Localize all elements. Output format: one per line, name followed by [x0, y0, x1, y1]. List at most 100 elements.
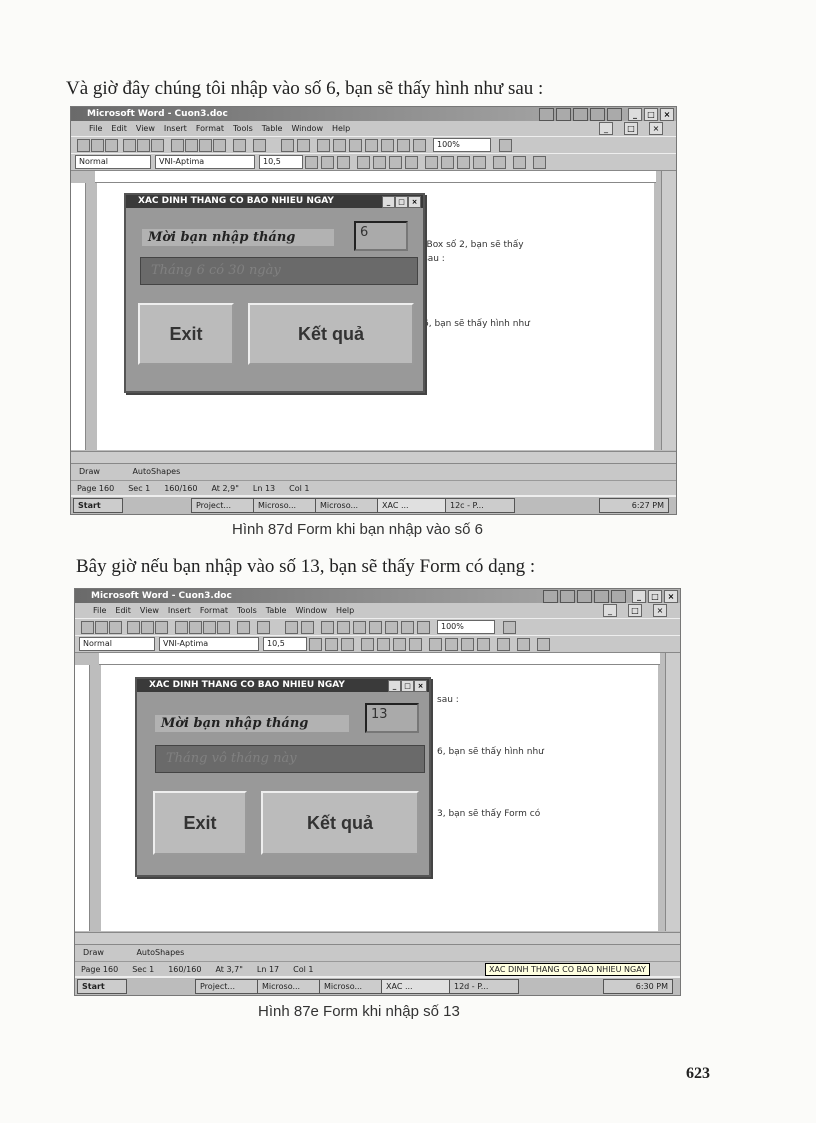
taskbar-button[interactable]: Project... — [195, 979, 261, 994]
paste-icon[interactable] — [199, 139, 212, 152]
align-right-icon[interactable] — [389, 156, 402, 169]
result-button[interactable]: Kết quả — [248, 303, 414, 365]
help-icon[interactable] — [543, 590, 558, 603]
open-icon[interactable] — [95, 621, 108, 634]
menu-format[interactable]: Format — [200, 606, 228, 615]
form-maximize-button[interactable]: □ — [401, 680, 414, 692]
web-icon[interactable] — [590, 108, 605, 121]
preview-icon[interactable] — [137, 139, 150, 152]
menu-tools[interactable]: Tools — [233, 124, 253, 133]
vertical-scrollbar[interactable] — [665, 653, 680, 931]
justify-icon[interactable] — [409, 638, 422, 651]
maximize-button[interactable]: □ — [644, 108, 658, 121]
result-button[interactable]: Kết quả — [261, 791, 419, 855]
insert-table-icon[interactable] — [333, 139, 346, 152]
start-button[interactable]: Start — [77, 979, 127, 994]
minimize-button[interactable]: _ — [628, 108, 642, 121]
help-icon[interactable] — [503, 621, 516, 634]
print-icon[interactable] — [127, 621, 140, 634]
taskbar-button[interactable]: Microso... — [319, 979, 385, 994]
bullets-icon[interactable] — [441, 156, 454, 169]
menu-table[interactable]: Table — [266, 606, 287, 615]
paste-icon[interactable] — [203, 621, 216, 634]
outdent-icon[interactable] — [461, 638, 474, 651]
menu-help[interactable]: Help — [336, 606, 354, 615]
font-color-icon[interactable] — [537, 638, 550, 651]
font-select[interactable]: VNI-Aptima — [155, 155, 255, 169]
menu-insert[interactable]: Insert — [168, 606, 191, 615]
zoom-select[interactable]: 100% — [437, 620, 495, 634]
menu-edit[interactable]: Edit — [115, 606, 131, 615]
doc-restore-button[interactable]: □ — [624, 122, 638, 135]
font-select[interactable]: VNI-Aptima — [159, 637, 259, 651]
start-button[interactable]: Start — [73, 498, 123, 513]
month-input[interactable]: 13 — [365, 703, 419, 733]
underline-icon[interactable] — [337, 156, 350, 169]
preview-icon[interactable] — [141, 621, 154, 634]
minimize-button[interactable]: _ — [632, 590, 646, 603]
tools-icon[interactable] — [556, 108, 571, 121]
copy-icon[interactable] — [189, 621, 202, 634]
doc-map-icon[interactable] — [401, 621, 414, 634]
menu-help[interactable]: Help — [332, 124, 350, 133]
hyperlink-icon[interactable] — [281, 139, 294, 152]
taskbar-button[interactable]: 12c - P... — [445, 498, 515, 513]
maximize-button[interactable]: □ — [648, 590, 662, 603]
doc-minimize-button[interactable]: _ — [599, 122, 613, 135]
tables-icon[interactable] — [317, 139, 330, 152]
tables-icon[interactable] — [321, 621, 334, 634]
numbering-icon[interactable] — [425, 156, 438, 169]
taskbar-button[interactable]: Microso... — [315, 498, 381, 513]
show-hide-icon[interactable] — [413, 139, 426, 152]
align-left-icon[interactable] — [357, 156, 370, 169]
chart-icon[interactable] — [577, 590, 592, 603]
undo-icon[interactable] — [237, 621, 250, 634]
align-center-icon[interactable] — [377, 638, 390, 651]
form-close-button[interactable]: × — [408, 196, 421, 208]
autoshapes-menu[interactable]: AutoShapes — [136, 948, 184, 957]
chart-icon[interactable] — [573, 108, 588, 121]
menu-format[interactable]: Format — [196, 124, 224, 133]
save-icon[interactable] — [105, 139, 118, 152]
taskbar-button-active[interactable]: XAC ... — [381, 979, 451, 994]
excel-icon[interactable] — [353, 621, 366, 634]
undo-icon[interactable] — [233, 139, 246, 152]
taskbar-button[interactable]: Microso... — [257, 979, 323, 994]
help-icon[interactable] — [539, 108, 554, 121]
draw-menu[interactable]: Draw — [83, 948, 104, 957]
taskbar-button[interactable]: Microso... — [253, 498, 319, 513]
copy-icon[interactable] — [185, 139, 198, 152]
border-icon[interactable] — [493, 156, 506, 169]
format-painter-icon[interactable] — [217, 621, 230, 634]
form-minimize-button[interactable]: _ — [388, 680, 401, 692]
columns-icon[interactable] — [369, 621, 382, 634]
italic-icon[interactable] — [321, 156, 334, 169]
show-hide-icon[interactable] — [417, 621, 430, 634]
menu-file[interactable]: File — [89, 124, 102, 133]
drawing-icon[interactable] — [381, 139, 394, 152]
drawing-icon[interactable] — [385, 621, 398, 634]
redo-icon[interactable] — [253, 139, 266, 152]
taskbar-button[interactable]: 12d - P... — [449, 979, 519, 994]
align-center-icon[interactable] — [373, 156, 386, 169]
border-icon[interactable] — [497, 638, 510, 651]
style-select[interactable]: Normal — [75, 155, 151, 169]
doc-map-icon[interactable] — [397, 139, 410, 152]
excel-icon[interactable] — [349, 139, 362, 152]
bold-icon[interactable] — [305, 156, 318, 169]
spell-icon[interactable] — [155, 621, 168, 634]
new-icon[interactable] — [77, 139, 90, 152]
close-button[interactable]: × — [660, 108, 674, 121]
new-icon[interactable] — [81, 621, 94, 634]
align-right-icon[interactable] — [393, 638, 406, 651]
vertical-scrollbar[interactable] — [661, 171, 676, 450]
insert-table-icon[interactable] — [337, 621, 350, 634]
redo-icon[interactable] — [257, 621, 270, 634]
indent-icon[interactable] — [477, 638, 490, 651]
exit-button[interactable]: Exit — [153, 791, 247, 855]
hyperlink-icon[interactable] — [285, 621, 298, 634]
tools-icon[interactable] — [560, 590, 575, 603]
align-left-icon[interactable] — [361, 638, 374, 651]
form-maximize-button[interactable]: □ — [395, 196, 408, 208]
form-close-button[interactable]: × — [414, 680, 427, 692]
